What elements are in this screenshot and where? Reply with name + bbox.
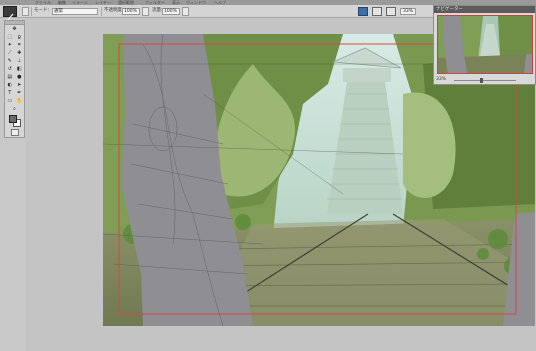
tools-panel: ✥ ⬚ ϱ ✦ ⌗ ⟋ ✚ ✎ ⊥ ↺ ◧ ▤ ● ◐ ➤ T ✒ ▭ ✋ ⌕ bbox=[4, 20, 25, 138]
navigator-panel: ナビゲーター 33% bbox=[433, 5, 536, 85]
eraser-tool-icon[interactable]: ◧ bbox=[16, 66, 23, 72]
navigator-thumbnail[interactable] bbox=[437, 15, 533, 74]
flow-label: 流量: bbox=[152, 8, 163, 13]
opacity-pressure-toggle[interactable] bbox=[142, 7, 149, 16]
move-tool-icon[interactable]: ✥ bbox=[11, 26, 18, 32]
crop-tool-icon[interactable]: ⌗ bbox=[16, 42, 23, 48]
type-tool-icon[interactable]: T bbox=[6, 90, 13, 96]
photoshop-window: ファイル 編集 イメージ レイヤー 選択範囲 フィルター 表示 ウィンドウ ヘル… bbox=[0, 0, 536, 351]
bridge-icon[interactable] bbox=[358, 7, 368, 16]
navigator-title[interactable]: ナビゲーター bbox=[434, 6, 535, 13]
shape-tool-icon[interactable]: ▭ bbox=[6, 98, 13, 104]
pen-tool-icon[interactable]: ✒ bbox=[16, 90, 23, 96]
opacity-label: 不透明度: bbox=[104, 8, 124, 13]
zoom-tool-icon[interactable]: ⌕ bbox=[11, 106, 18, 112]
blur-tool-icon[interactable]: ● bbox=[16, 74, 23, 80]
opacity-input[interactable]: 100% bbox=[122, 8, 140, 15]
gradient-tool-icon[interactable]: ▤ bbox=[6, 74, 13, 80]
navigator-zoom-knob[interactable] bbox=[480, 78, 483, 83]
brush-tool-icon[interactable]: ✎ bbox=[6, 58, 13, 64]
brush-picker-dropdown[interactable] bbox=[22, 7, 29, 16]
path-select-tool-icon[interactable]: ➤ bbox=[16, 82, 23, 88]
options-bar: モード: 通常 不透明度: 100% 流量: 100% bbox=[0, 5, 352, 22]
mode-select[interactable]: 通常 bbox=[52, 8, 98, 15]
arrange-documents-icon[interactable] bbox=[386, 7, 396, 16]
marquee-tool-icon[interactable]: ⬚ bbox=[6, 34, 13, 40]
magic-wand-tool-icon[interactable]: ✦ bbox=[6, 42, 13, 48]
mode-label: モード: bbox=[34, 8, 50, 13]
stamp-tool-icon[interactable]: ⊥ bbox=[16, 58, 23, 64]
eyedropper-tool-icon[interactable]: ⟋ bbox=[6, 50, 13, 56]
flow-input[interactable]: 100% bbox=[162, 8, 180, 15]
separator bbox=[31, 7, 32, 16]
lasso-tool-icon[interactable]: ϱ bbox=[16, 34, 23, 40]
airbrush-icon[interactable] bbox=[182, 7, 189, 16]
healing-tool-icon[interactable]: ✚ bbox=[16, 50, 23, 56]
brush-tool-preset-icon[interactable] bbox=[3, 6, 17, 22]
navigator-preview bbox=[438, 16, 532, 73]
history-brush-tool-icon[interactable]: ↺ bbox=[6, 66, 13, 72]
separator bbox=[101, 7, 102, 16]
zoom-level-field[interactable]: 33% bbox=[400, 8, 416, 15]
quick-mask-button[interactable] bbox=[11, 129, 19, 136]
dodge-tool-icon[interactable]: ◐ bbox=[6, 82, 13, 88]
tools-panel-grip[interactable] bbox=[5, 21, 24, 25]
foreground-color-swatch[interactable] bbox=[9, 115, 17, 123]
minibridge-icon[interactable] bbox=[372, 7, 382, 16]
hand-tool-icon[interactable]: ✋ bbox=[16, 98, 23, 104]
navigator-zoom-slider[interactable] bbox=[454, 80, 516, 81]
